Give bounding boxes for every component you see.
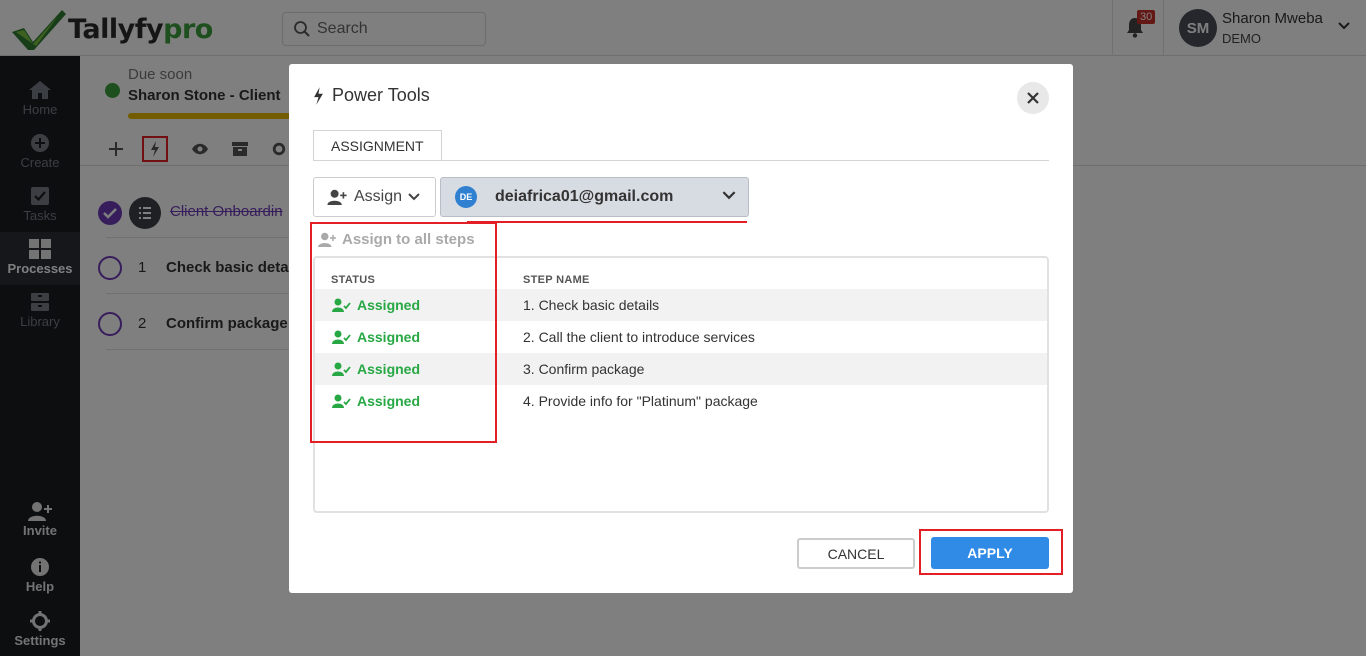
- assignee-email: deiafrica01@gmail.com: [495, 188, 674, 205]
- cancel-button[interactable]: CANCEL: [797, 538, 915, 569]
- step-name: 3. Confirm package: [523, 361, 645, 377]
- assignee-select[interactable]: DE deiafrica01@gmail.com: [440, 177, 749, 217]
- assign-dropdown-button[interactable]: Assign: [313, 177, 436, 217]
- column-header-step-name: STEP NAME: [523, 274, 590, 286]
- tab-divider: [313, 160, 1049, 161]
- chevron-down-icon: [408, 193, 420, 201]
- chevron-down-icon: [722, 191, 736, 200]
- highlight-box: [919, 529, 1063, 575]
- step-name: 4. Provide info for "Platinum" package: [523, 393, 758, 409]
- assign-label: Assign: [354, 188, 403, 205]
- tab-assignment[interactable]: ASSIGNMENT: [313, 130, 442, 161]
- step-name: 2. Call the client to introduce services: [523, 329, 755, 345]
- highlight-box: [310, 222, 497, 443]
- power-tools-modal: Power Tools ASSIGNMENT Assign DE deiafri…: [289, 64, 1073, 593]
- user-plus-icon: [327, 189, 347, 205]
- close-icon: [1027, 92, 1039, 104]
- highlight-underline: [467, 221, 747, 223]
- lightning-icon: [314, 86, 323, 105]
- assignee-avatar: DE: [455, 186, 477, 208]
- modal-title: Power Tools: [313, 85, 430, 106]
- close-button[interactable]: [1017, 82, 1049, 114]
- modal-title-text: Power Tools: [332, 85, 430, 105]
- step-name: 1. Check basic details: [523, 297, 660, 313]
